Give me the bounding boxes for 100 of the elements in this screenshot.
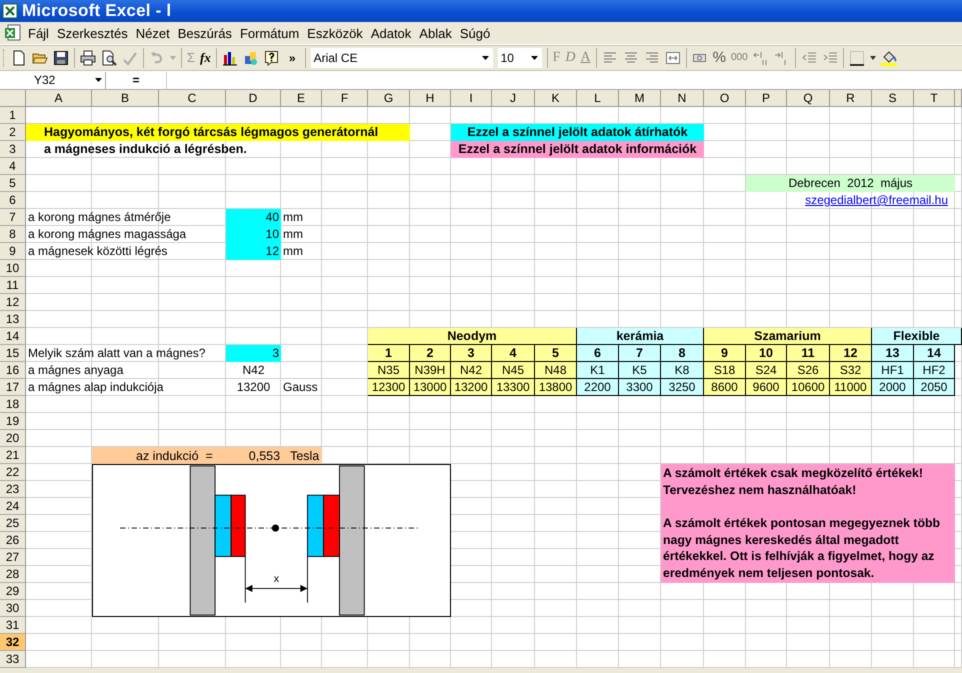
row-header[interactable]: 7 xyxy=(0,209,26,226)
menu-item[interactable]: Nézet xyxy=(136,26,175,40)
parameter-input[interactable]: 10 xyxy=(226,226,281,243)
column-header[interactable]: N xyxy=(661,90,704,107)
select-all-button[interactable] xyxy=(0,90,26,107)
fill-color-icon[interactable] xyxy=(880,50,897,66)
row-header[interactable]: 25 xyxy=(0,515,26,532)
row-header[interactable]: 16 xyxy=(0,362,26,379)
save-icon[interactable] xyxy=(53,50,69,66)
caret-icon xyxy=(530,56,538,60)
printer-icon[interactable] xyxy=(80,50,96,66)
spreadsheet-icon[interactable] xyxy=(4,24,22,42)
row-header[interactable]: 4 xyxy=(0,158,26,175)
increase-decimal-icon[interactable] xyxy=(752,50,769,66)
menu-item[interactable]: Ablak xyxy=(419,26,457,40)
column-header[interactable]: F xyxy=(322,90,368,107)
column-header[interactable]: C xyxy=(159,90,226,107)
row-header[interactable]: 13 xyxy=(0,311,26,328)
row-header[interactable]: 11 xyxy=(0,277,26,294)
question-label: Melyik szám alatt van a mágnes? xyxy=(27,345,206,362)
column-header[interactable]: T xyxy=(914,90,955,107)
function-button[interactable]: fx xyxy=(200,50,211,66)
spell-check-icon[interactable] xyxy=(122,50,138,66)
row-header[interactable]: 32 xyxy=(0,634,26,651)
menu-item[interactable]: Fájl xyxy=(28,26,54,40)
table-cell: 10 xyxy=(746,345,787,362)
column-header[interactable]: O xyxy=(704,90,746,107)
row-header[interactable]: 19 xyxy=(0,413,26,430)
row-header[interactable]: 21 xyxy=(0,447,26,464)
column-header[interactable]: G xyxy=(368,90,410,107)
parameter-input[interactable]: 40 xyxy=(226,209,281,226)
help-icon[interactable] xyxy=(264,50,280,66)
email-link[interactable]: szegedialbert@freemail.hu xyxy=(704,192,955,209)
row-header[interactable]: 20 xyxy=(0,430,26,447)
row-header[interactable]: 29 xyxy=(0,583,26,600)
row-header[interactable]: 24 xyxy=(0,498,26,515)
row-header[interactable]: 8 xyxy=(0,226,26,243)
column-header[interactable]: R xyxy=(830,90,872,107)
percent-button[interactable]: % xyxy=(712,50,726,66)
shapes-icon[interactable] xyxy=(242,50,259,66)
table-cell: N35 xyxy=(368,362,410,379)
row-header[interactable]: 17 xyxy=(0,379,26,396)
thousands-separator-button[interactable]: 000 xyxy=(730,50,748,66)
column-header[interactable]: H xyxy=(410,90,451,107)
row-header[interactable]: 33 xyxy=(0,651,26,668)
parameter-input[interactable]: 12 xyxy=(226,243,281,260)
menu-item[interactable]: Adatok xyxy=(370,26,416,40)
column-header[interactable]: D xyxy=(226,90,281,107)
row-header[interactable]: 23 xyxy=(0,481,26,498)
row-header[interactable]: 18 xyxy=(0,396,26,413)
column-header[interactable]: P xyxy=(746,90,787,107)
row-header[interactable]: 28 xyxy=(0,566,26,583)
menu-item[interactable]: Eszközök xyxy=(307,26,368,40)
menu-item[interactable]: Szerkesztés xyxy=(56,26,133,40)
column-header[interactable]: A xyxy=(26,90,92,107)
row-header[interactable]: 26 xyxy=(0,532,26,549)
column-header[interactable]: K xyxy=(535,90,577,107)
magnet-number-input[interactable]: 3 xyxy=(226,345,281,362)
column-header[interactable]: B xyxy=(92,90,159,107)
table-cell: 7 xyxy=(619,345,661,362)
row-header[interactable]: 1 xyxy=(0,107,26,124)
heading-text: a mágneses indukció a légrésben. xyxy=(44,141,248,158)
row-header[interactable]: 3 xyxy=(0,141,26,158)
row-header[interactable]: 31 xyxy=(0,617,26,634)
table-cell: 5 xyxy=(535,345,577,362)
column-header[interactable]: L xyxy=(577,90,619,107)
merge-center-icon[interactable] xyxy=(664,50,681,66)
column-header[interactable]: E xyxy=(281,90,322,107)
row-header[interactable]: 22 xyxy=(0,464,26,481)
caret-icon[interactable] xyxy=(870,56,876,60)
bar-chart-icon[interactable] xyxy=(222,50,238,66)
row-header[interactable]: 6 xyxy=(0,192,26,209)
menu-item[interactable]: Súgó xyxy=(460,26,496,40)
row-header[interactable]: 9 xyxy=(0,243,26,260)
column-header[interactable]: I xyxy=(451,90,492,107)
font-size-dropdown[interactable]: 10 xyxy=(498,48,542,68)
column-header[interactable]: S xyxy=(872,90,914,107)
row-header[interactable]: 10 xyxy=(0,260,26,277)
row-header[interactable]: 30 xyxy=(0,600,26,617)
toolbar-overflow-button[interactable]: » xyxy=(288,50,296,66)
menu-item[interactable]: Formátum xyxy=(240,26,304,40)
new-file-icon[interactable] xyxy=(11,50,27,66)
font-dropdown[interactable]: Arial CE xyxy=(310,48,493,68)
column-header[interactable]: M xyxy=(619,90,661,107)
row-header[interactable]: 2 xyxy=(0,124,26,141)
undo-icon[interactable] xyxy=(149,50,165,66)
row-header[interactable]: 14 xyxy=(0,328,26,345)
column-header[interactable]: Q xyxy=(787,90,830,107)
table-cell: 14 xyxy=(914,345,955,362)
row-header[interactable]: 27 xyxy=(0,549,26,566)
row-header[interactable]: 12 xyxy=(0,294,26,311)
menu-item[interactable]: Beszúrás xyxy=(178,26,237,40)
row-header[interactable]: 5 xyxy=(0,175,26,192)
row-header[interactable]: 15 xyxy=(0,345,26,362)
table-cell: 11 xyxy=(787,345,830,362)
column-header[interactable]: J xyxy=(492,90,535,107)
borders-icon[interactable] xyxy=(848,50,865,66)
column-header[interactable] xyxy=(955,90,962,107)
table-cell: 4 xyxy=(492,345,535,362)
print-preview-icon[interactable] xyxy=(101,50,117,66)
